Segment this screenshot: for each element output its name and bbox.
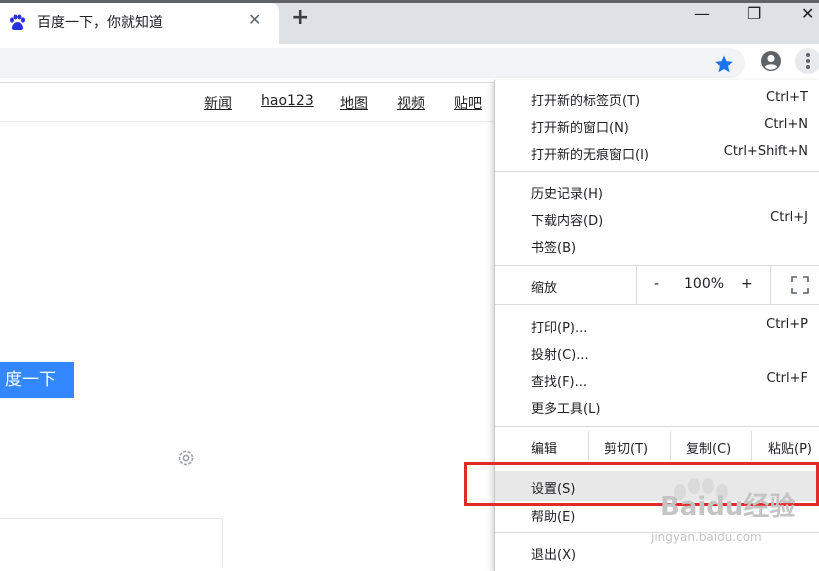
edit-divider <box>670 431 671 461</box>
menu-item-label: 查找(F)... <box>531 375 588 390</box>
menu-item-downloads[interactable]: 下载内容(D) Ctrl+J <box>495 205 819 232</box>
copy-button[interactable]: 复制(C) <box>686 438 731 457</box>
menu-item-shortcut: Ctrl+Shift+N <box>723 144 808 159</box>
nav-link-news[interactable]: 新闻 <box>204 93 232 113</box>
edit-label: 编辑 <box>531 442 558 457</box>
browser-toolbar <box>0 44 819 83</box>
menu-item-label: 更多工具(L) <box>531 402 601 417</box>
nav-link-video[interactable]: 视频 <box>397 93 425 113</box>
paste-button[interactable]: 粘贴(P) <box>768 438 812 457</box>
edit-divider <box>751 431 752 461</box>
menu-item-label: 打开新的无痕窗口(I) <box>531 148 649 163</box>
menu-item-shortcut: Ctrl+J <box>770 210 808 225</box>
menu-item-cast[interactable]: 投射(C)... <box>495 339 819 366</box>
menu-zoom-row: 缩放 - 100% + <box>495 266 819 304</box>
chrome-menu-button[interactable] <box>795 48 819 74</box>
menu-item-bookmarks[interactable]: 书签(B) <box>495 232 819 259</box>
menu-item-label: 帮助(E) <box>531 510 576 525</box>
menu-item-label: 打开新的标签页(T) <box>531 94 641 109</box>
gear-icon[interactable] <box>176 448 196 468</box>
menu-item-label: 投射(C)... <box>531 348 589 363</box>
edit-divider <box>588 431 589 461</box>
nav-link-hao123[interactable]: hao123 <box>261 93 314 109</box>
tab-title: 百度一下，你就知道 <box>37 15 163 31</box>
menu-item-shortcut: Ctrl+N <box>764 117 808 132</box>
menu-item-more-tools[interactable]: 更多工具(L) <box>495 393 819 420</box>
tab-baidu[interactable]: 百度一下，你就知道 ✕ <box>0 3 279 44</box>
watermark-text: Baidu经验 <box>660 492 796 522</box>
menu-item-new-incognito-window[interactable]: 打开新的无痕窗口(I) Ctrl+Shift+N <box>495 139 819 166</box>
menu-separator <box>495 304 819 305</box>
menu-separator <box>495 171 819 172</box>
minimize-button[interactable]: — <box>694 4 710 23</box>
menu-item-label: 书签(B) <box>531 241 577 256</box>
fullscreen-icon[interactable] <box>791 276 809 294</box>
bottom-panel <box>0 518 223 567</box>
menu-item-label: 打印(P)... <box>531 321 588 336</box>
menu-item-new-window[interactable]: 打开新的窗口(N) Ctrl+N <box>495 112 819 139</box>
more-vert-icon <box>806 53 810 69</box>
menu-item-shortcut: Ctrl+T <box>766 90 808 105</box>
close-window-button[interactable]: ✕ <box>801 4 814 23</box>
profile-avatar-icon[interactable] <box>760 50 782 72</box>
cut-button[interactable]: 剪切(T) <box>604 438 648 457</box>
menu-item-label: 下载内容(D) <box>531 214 604 229</box>
nav-divider <box>0 121 494 122</box>
menu-item-print[interactable]: 打印(P)... Ctrl+P <box>495 312 819 339</box>
nav-link-tieba[interactable]: 贴吧 <box>454 93 482 113</box>
menu-item-history[interactable]: 历史记录(H) <box>495 178 819 205</box>
watermark-url: jingyan.baidu.com <box>651 530 762 544</box>
address-bar[interactable] <box>0 48 745 78</box>
bookmark-star-icon[interactable] <box>714 54 734 74</box>
zoom-divider <box>636 266 637 304</box>
nav-link-map[interactable]: 地图 <box>340 93 368 113</box>
new-tab-button[interactable]: + <box>291 5 309 30</box>
menu-item-new-tab[interactable]: 打开新的标签页(T) Ctrl+T <box>495 85 819 112</box>
tab-strip: 百度一下，你就知道 ✕ + — ❐ ✕ <box>0 0 819 44</box>
zoom-level: 100% <box>684 276 725 292</box>
menu-item-label: 退出(X) <box>531 548 577 563</box>
search-button-label: 度一下 <box>5 370 56 390</box>
menu-item-shortcut: Ctrl+F <box>766 371 808 386</box>
menu-item-shortcut: Ctrl+P <box>766 317 808 332</box>
zoom-out-button[interactable]: - <box>654 276 659 292</box>
zoom-label: 缩放 <box>531 281 558 296</box>
tab-close-icon[interactable]: ✕ <box>248 10 261 29</box>
baidu-paw-icon <box>10 14 25 31</box>
menu-separator <box>495 426 819 427</box>
zoom-in-button[interactable]: + <box>741 276 753 292</box>
menu-item-label: 打开新的窗口(N) <box>531 121 629 136</box>
baidu-search-button[interactable]: 度一下 <box>0 362 74 398</box>
zoom-divider <box>770 266 771 304</box>
menu-edit-row: 编辑 剪切(T) 复制(C) 粘贴(P) <box>495 431 819 461</box>
maximize-button[interactable]: ❐ <box>747 4 761 23</box>
menu-item-find[interactable]: 查找(F)... Ctrl+F <box>495 366 819 393</box>
menu-item-label: 历史记录(H) <box>531 187 603 202</box>
